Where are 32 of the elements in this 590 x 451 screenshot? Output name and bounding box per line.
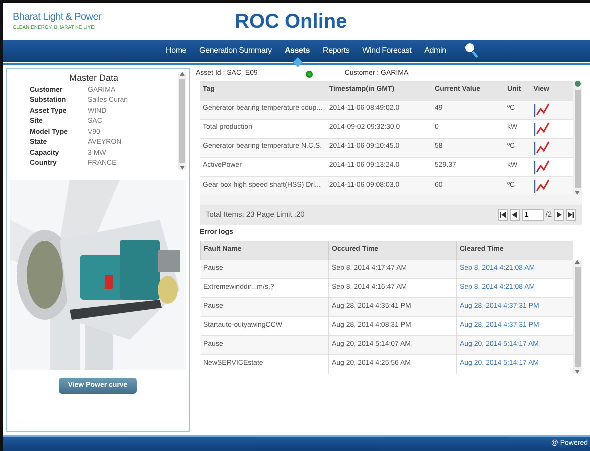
nav-link[interactable]: Wind Forecast — [362, 45, 412, 57]
scroll-up-icon[interactable] — [575, 260, 580, 264]
scroll-down-icon[interactable] — [575, 191, 580, 195]
last-page-button[interactable] — [566, 209, 576, 221]
next-page-button[interactable] — [554, 209, 564, 221]
trend-chart-icon[interactable] — [534, 140, 550, 154]
scrollbar[interactable] — [573, 81, 582, 195]
last-icon — [568, 212, 574, 218]
scrollbar[interactable] — [178, 72, 186, 170]
nav-link[interactable]: Assets — [284, 45, 310, 57]
panel-title: Master Data — [68, 72, 120, 85]
nav-link[interactable]: Home — [166, 45, 187, 57]
active-tab-indicator — [292, 58, 302, 68]
search-icon[interactable] — [465, 43, 480, 59]
first-page-button[interactable] — [498, 209, 508, 221]
scrollbar[interactable] — [573, 260, 582, 374]
previous-icon — [512, 212, 518, 218]
logo-text: Bharat Light & Power — [13, 11, 103, 26]
next-icon — [556, 212, 562, 218]
trend-chart-icon[interactable] — [534, 102, 550, 116]
trend-chart-icon[interactable] — [534, 122, 550, 136]
previous-page-button[interactable] — [510, 209, 520, 221]
trend-chart-icon[interactable] — [534, 178, 550, 193]
nav-link[interactable]: Reports — [323, 45, 350, 57]
app-title: ROC Online — [235, 10, 348, 34]
nav-link[interactable]: Admin — [424, 45, 446, 57]
nav-link[interactable]: Generation Summary — [200, 45, 272, 57]
first-icon — [500, 212, 506, 218]
scroll-up-icon[interactable] — [180, 72, 184, 76]
scroll-down-icon[interactable] — [575, 370, 580, 374]
scroll-down-icon[interactable] — [180, 166, 184, 170]
trend-chart-icon[interactable] — [534, 160, 550, 174]
